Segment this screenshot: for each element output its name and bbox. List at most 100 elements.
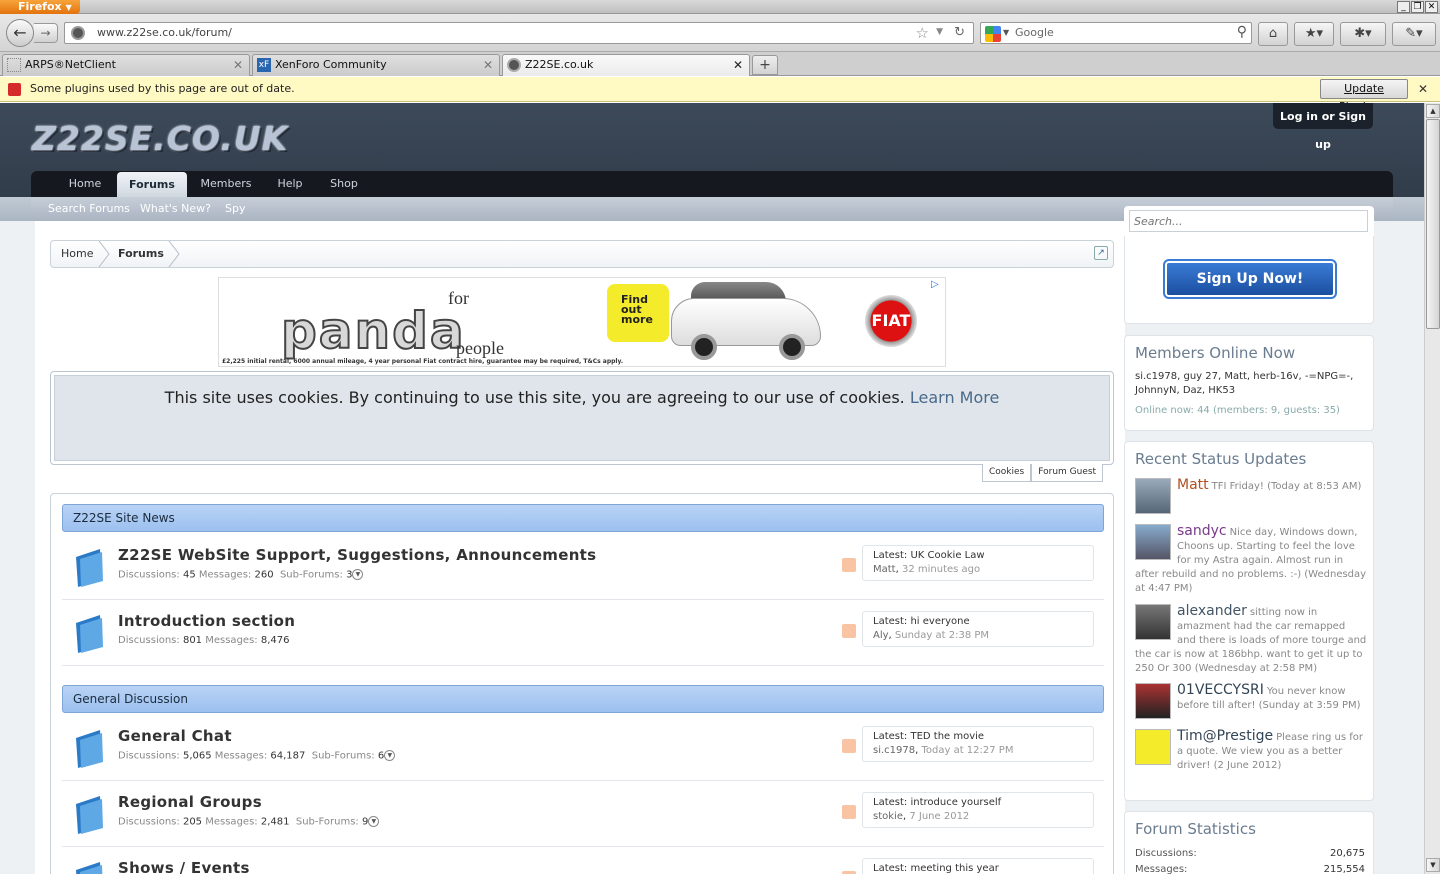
rss-icon[interactable] [842,739,856,753]
back-button[interactable]: ← [6,19,34,47]
latest-thread-link[interactable]: hi everyone [910,616,969,627]
avatar[interactable] [1135,478,1171,514]
url-text[interactable]: www.z22se.co.uk/forum/ [97,26,232,39]
restore-button[interactable]: ❐ [1411,1,1424,13]
latest-thread-link[interactable]: UK Cookie Law [910,550,984,561]
notice-tab-forum-guest[interactable]: Forum Guest [1031,464,1104,482]
forum-title[interactable]: General Chat [118,727,232,745]
vertical-scrollbar[interactable]: ▲ ▼ [1424,103,1440,874]
status-author[interactable]: alexander [1177,603,1247,619]
close-icon[interactable]: ✕ [1418,82,1428,96]
latest-author[interactable]: Matt [873,564,896,575]
subnav-whats-new[interactable]: What's New? [140,202,211,215]
site-identity-icon[interactable] [71,26,85,40]
forum-icon [76,796,103,834]
category-header[interactable]: General Discussion [62,685,1104,713]
avatar[interactable] [1135,729,1171,765]
latest-author[interactable]: Aly [873,630,889,641]
latest-thread-link[interactable]: meeting this year [910,863,998,874]
latest-thread-link[interactable]: TED the movie [910,731,984,742]
login-signup-link[interactable]: Log in or Sign up [1273,103,1373,151]
z22se-favicon [507,58,521,72]
firefox-menu-button[interactable]: Firefox ▼ [0,0,80,14]
members-online-list[interactable]: si.c1978, guy 27, Matt, herb-16v, -=NPG=… [1135,370,1365,398]
tab-xenforo[interactable]: xF XenForo Community ✕ [252,54,500,76]
reload-icon[interactable]: ↻ [954,25,965,40]
scroll-up-icon[interactable]: ▲ [1426,104,1440,118]
latest-author[interactable]: si.c1978 [873,745,915,756]
close-window-button[interactable]: ✕ [1425,1,1438,13]
notice-tab-cookies[interactable]: Cookies [982,464,1032,482]
breadcrumb-forums[interactable]: Forums [118,241,164,267]
status-author[interactable]: Matt [1177,477,1209,493]
subforums-dropdown-icon[interactable]: ▼ [384,750,396,761]
forum-title[interactable]: Regional Groups [118,793,262,811]
subforums-dropdown-icon[interactable]: ▼ [352,569,364,580]
latest-thread-link[interactable]: introduce yourself [910,797,1001,808]
plugin-message: Some plugins used by this page are out o… [30,82,295,95]
bookmarks-button[interactable]: ★▾ [1294,22,1334,46]
scroll-down-icon[interactable]: ▼ [1426,858,1440,872]
nav-shop[interactable]: Shop [323,171,365,197]
update-plugins-button[interactable]: Update Plugins... [1320,79,1408,113]
nav-home[interactable]: Home [57,171,113,197]
rss-icon[interactable] [842,624,856,638]
breadcrumb-home[interactable]: Home [61,241,93,267]
minimize-button[interactable]: _ [1397,1,1410,13]
chevron-down-icon[interactable]: ▼ [1003,28,1009,37]
nav-help[interactable]: Help [269,171,311,197]
rss-icon[interactable] [842,558,856,572]
cookie-learn-more-link[interactable]: Learn More [910,388,999,407]
search-input[interactable] [1129,210,1368,232]
bookmark-star-icon[interactable]: ☆ [916,24,929,42]
new-tab-button[interactable]: + [752,55,778,75]
close-tab-icon[interactable]: ✕ [733,55,743,75]
avatar[interactable] [1135,683,1171,719]
forum-node: Introduction section Discussions: 801 Me… [62,600,1104,666]
signup-button[interactable]: Sign Up Now! [1163,259,1337,299]
tab-strip: ARPS®NetClient ✕ xF XenForo Community ✕ … [0,52,1440,76]
forum-stats: Discussions: 45 Messages: 260 Sub-Forums… [118,569,364,581]
google-icon[interactable] [985,26,1001,42]
avatar[interactable] [1135,524,1171,560]
scrollbar-thumb[interactable] [1426,119,1440,329]
status-author[interactable]: sandyc [1177,523,1227,539]
forum-title[interactable]: Z22SE WebSite Support, Suggestions, Anno… [118,546,596,564]
close-tab-icon[interactable]: ✕ [483,55,493,75]
addon-button[interactable]: ✱▾ [1340,22,1386,46]
blank-page-icon [7,58,21,72]
url-bar[interactable]: www.z22se.co.uk/forum/ ☆ ▼ ↻ [64,22,974,44]
adchoices-icon[interactable]: ▷ [931,279,943,291]
ad-find-out-text[interactable]: Find out more [621,294,667,325]
tab-arps[interactable]: ARPS®NetClient ✕ [2,54,250,76]
latest-author[interactable]: stokie [873,811,903,822]
status-author[interactable]: Tim@Prestige [1177,728,1273,744]
jump-to-icon[interactable]: ↗ [1094,246,1108,260]
site-logo[interactable]: Z22SE.CO.UK [32,119,288,158]
cookie-notice-text: This site uses cookies. By continuing to… [50,388,1114,407]
avatar[interactable] [1135,604,1171,640]
puzzle-icon: ✱▾ [1354,26,1372,41]
nav-forums[interactable]: Forums [117,172,187,198]
panda-advertisement[interactable]: for panda people Find out more FIAT £2,2… [218,277,946,367]
status-author[interactable]: 01VECCYSRI [1177,682,1264,698]
rss-icon[interactable] [842,805,856,819]
latest-post: Latest: meeting this year [862,858,1094,874]
search-bar[interactable]: ▼ Google ⚲ [980,22,1252,44]
home-button[interactable]: ⌂ [1258,22,1288,46]
latest-time: Sunday at 2:38 PM [894,630,990,641]
category-header[interactable]: Z22SE Site News [62,504,1104,532]
close-tab-icon[interactable]: ✕ [233,55,243,75]
search-engine-placeholder[interactable]: Google [1015,26,1054,39]
forum-title[interactable]: Shows / Events [118,859,250,874]
history-dropdown-icon[interactable]: ▼ [936,27,943,37]
subforums-dropdown-icon[interactable]: ▼ [368,816,380,827]
nav-members[interactable]: Members [195,171,257,197]
subnav-spy[interactable]: Spy [225,202,245,215]
tools-button[interactable]: ✎▾ [1392,22,1436,46]
search-icon[interactable]: ⚲ [1237,24,1247,40]
forum-title[interactable]: Introduction section [118,612,295,630]
forward-button[interactable]: → [34,23,58,43]
subnav-search-forums[interactable]: Search Forums [48,202,130,215]
tab-z22se[interactable]: Z22SE.co.uk ✕ [502,54,750,76]
